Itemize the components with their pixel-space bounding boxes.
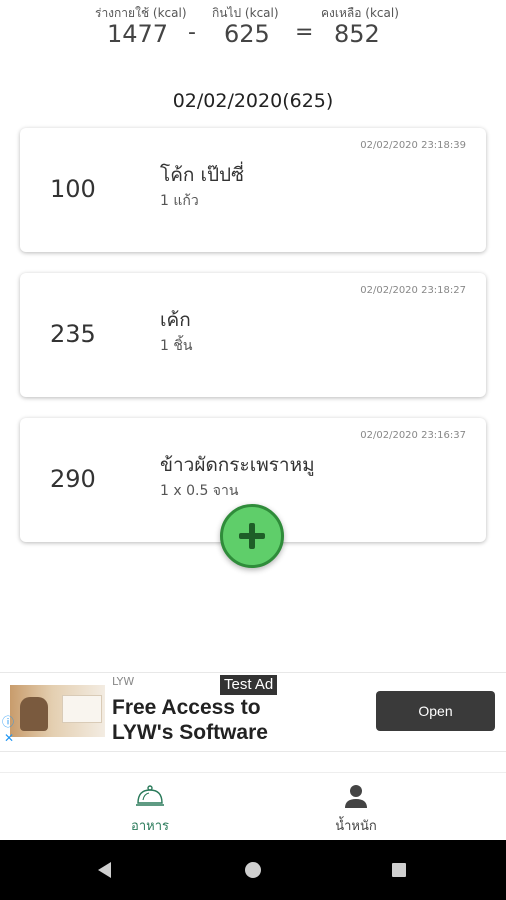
- entry-timestamp: 02/02/2020 23:18:39: [360, 140, 466, 151]
- ad-image-board: [62, 695, 102, 723]
- minus-sign: -: [188, 20, 196, 45]
- nav-weight-label: น้ำหนัก: [335, 819, 377, 834]
- entry-kcal: 290: [50, 465, 96, 493]
- system-navigation-bar: [0, 840, 506, 900]
- body-kcal-value: 1477: [107, 20, 169, 48]
- ad-image[interactable]: [10, 685, 105, 737]
- entry-quantity: 1 x 0.5 จาน: [160, 483, 239, 499]
- plus-icon: [239, 523, 265, 549]
- ad-close-icon[interactable]: ✕: [4, 731, 14, 745]
- home-button[interactable]: [223, 840, 283, 900]
- date-header: 02/02/2020(625): [172, 90, 334, 112]
- ad-banner[interactable]: ⓘ ✕ LYW Test Ad Free Access to LYW's Sof…: [0, 672, 506, 752]
- recents-square-icon: [392, 863, 406, 877]
- food-entry-card[interactable]: 235 เค้ก 1 ชิ้น 02/02/2020 23:18:27: [20, 273, 486, 397]
- nav-tab-weight[interactable]: น้ำหนัก: [296, 783, 416, 836]
- equals-sign: =: [295, 20, 314, 45]
- nav-food-label: อาหาร: [131, 819, 169, 834]
- recents-button[interactable]: [369, 840, 429, 900]
- bottom-navigation: อาหาร น้ำหนัก: [0, 772, 506, 841]
- entry-kcal: 100: [50, 175, 96, 203]
- calorie-summary: ร่างกายใช้ (kcal) กินไป (kcal) คงเหลือ (…: [0, 0, 506, 60]
- nav-tab-food[interactable]: อาหาร: [90, 783, 210, 836]
- entry-name: เค้ก: [160, 309, 191, 331]
- test-ad-badge: Test Ad: [220, 675, 278, 695]
- home-circle-icon: [245, 862, 261, 878]
- ad-image-person: [20, 697, 48, 731]
- back-triangle-icon: [98, 862, 111, 878]
- ad-title[interactable]: Free Access to LYW's Software: [112, 695, 302, 745]
- entry-quantity: 1 ชิ้น: [160, 338, 193, 354]
- back-button[interactable]: [75, 840, 135, 900]
- entry-kcal: 235: [50, 320, 96, 348]
- entry-name: โค้ก เป๊ปซี่: [160, 164, 244, 186]
- ad-source: LYW: [112, 675, 135, 688]
- food-cloche-icon: [136, 785, 164, 806]
- person-icon: [345, 785, 367, 808]
- entry-timestamp: 02/02/2020 23:16:37: [360, 430, 466, 441]
- remaining-kcal-value: 852: [334, 20, 380, 48]
- food-entry-card[interactable]: 100 โค้ก เป๊ปซี่ 1 แก้ว 02/02/2020 23:18…: [20, 128, 486, 252]
- add-entry-button[interactable]: [220, 504, 284, 568]
- eaten-kcal-value: 625: [224, 20, 270, 48]
- ad-open-button[interactable]: Open: [376, 691, 495, 731]
- ad-info-icon[interactable]: ⓘ: [2, 713, 14, 730]
- entry-quantity: 1 แก้ว: [160, 193, 199, 209]
- entry-name: ข้าวผัดกระเพราหมู: [160, 454, 315, 476]
- entry-timestamp: 02/02/2020 23:18:27: [360, 285, 466, 296]
